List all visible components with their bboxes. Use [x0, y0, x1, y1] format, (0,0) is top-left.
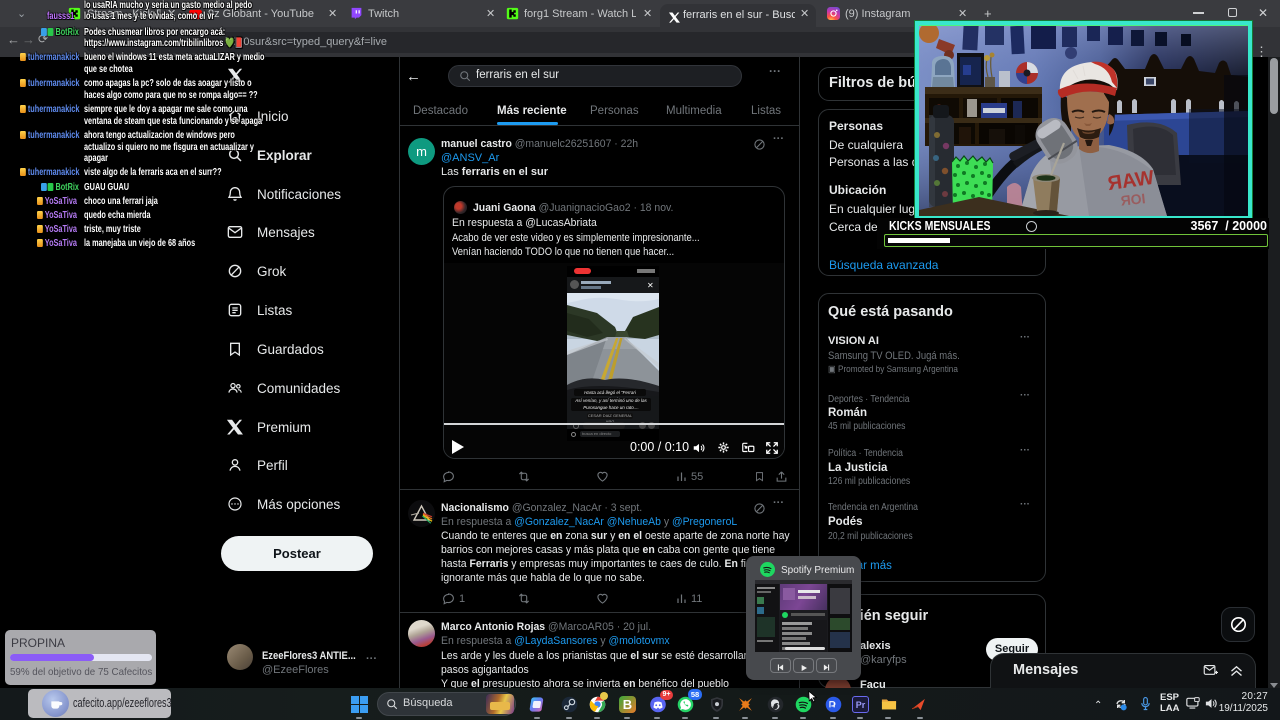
svg-text:IOR: IOR [1120, 190, 1146, 209]
